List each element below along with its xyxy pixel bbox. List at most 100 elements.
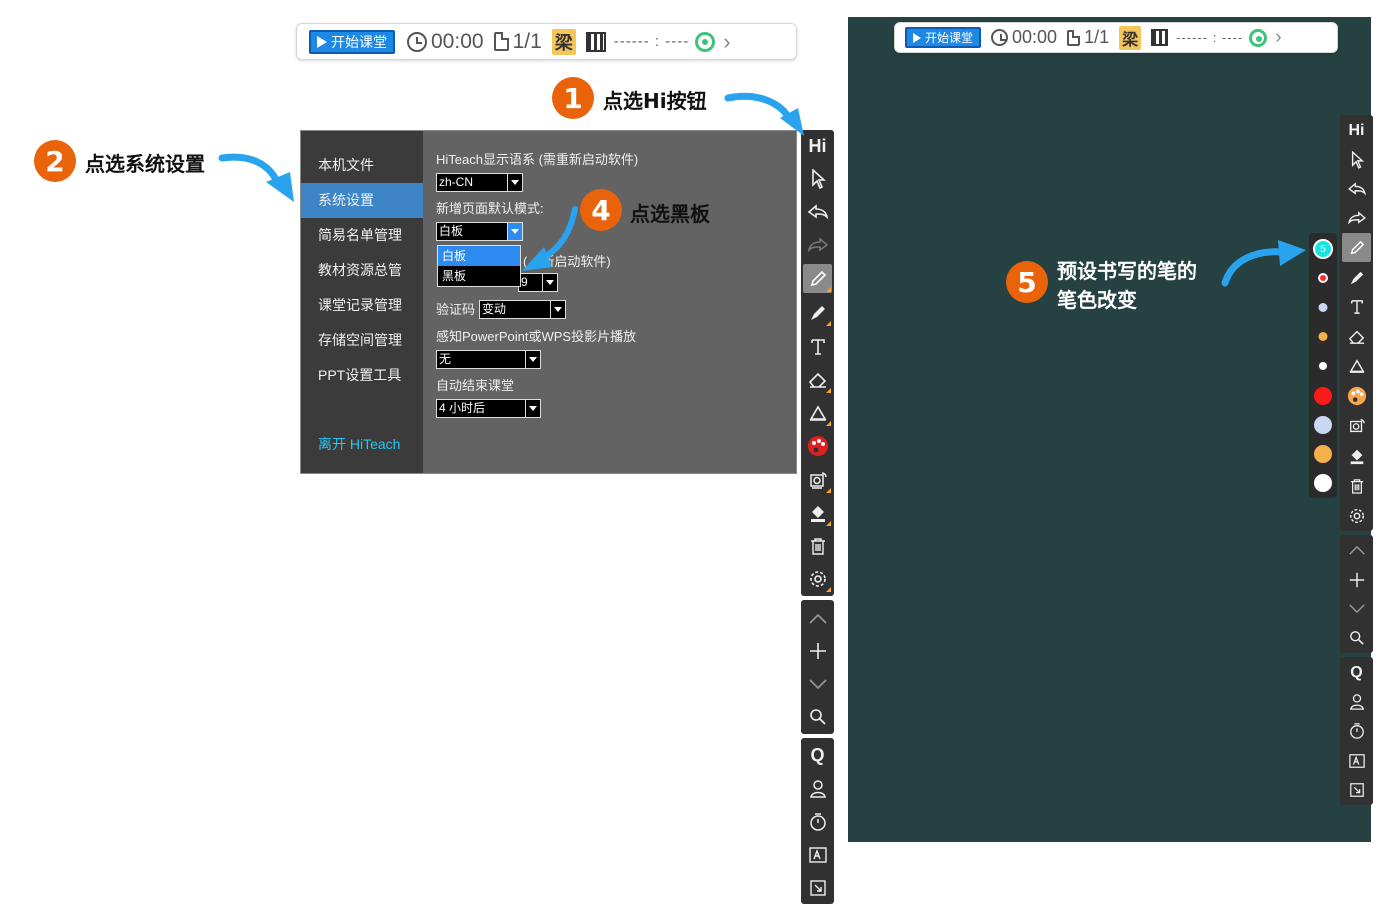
seat-name: 梁 bbox=[551, 28, 576, 55]
shape-fill-icon[interactable] bbox=[1342, 351, 1371, 380]
verify-select[interactable]: 变动 bbox=[479, 300, 567, 319]
page-icon bbox=[1067, 29, 1081, 46]
menu-item-storage[interactable]: 存储空间管理 bbox=[301, 323, 423, 358]
blackboard-area[interactable] bbox=[848, 17, 1371, 842]
menu-item-system-settings[interactable]: 系统设置 bbox=[301, 183, 423, 218]
classroom-topbar-right: 开始课堂 00:00 1/1 梁 ------ : ---- › bbox=[894, 22, 1338, 53]
quiz-q-button[interactable]: Q bbox=[1342, 658, 1371, 687]
start-class-label: 开始课堂 bbox=[331, 33, 387, 50]
add-page-icon[interactable] bbox=[803, 636, 832, 665]
color-swatch-lightblue-large[interactable] bbox=[1314, 416, 1332, 434]
add-page-icon[interactable] bbox=[1342, 565, 1371, 594]
text-frame-icon[interactable] bbox=[1342, 746, 1371, 775]
text-tool-icon[interactable] bbox=[1342, 292, 1371, 321]
menu-item-ppt-tools[interactable]: PPT设置工具 bbox=[301, 358, 423, 393]
option-blackboard[interactable]: 黑板 bbox=[438, 266, 520, 286]
expand-chevron-icon[interactable]: › bbox=[1275, 27, 1281, 49]
redo-icon[interactable] bbox=[803, 230, 832, 259]
eraser-icon[interactable] bbox=[803, 365, 832, 394]
zoom-icon[interactable] bbox=[803, 702, 832, 731]
pointer-icon[interactable] bbox=[803, 164, 832, 193]
minimize-icon[interactable] bbox=[1342, 775, 1371, 804]
text-frame-icon[interactable] bbox=[803, 840, 832, 869]
color-swatch-white-small[interactable] bbox=[1319, 362, 1327, 370]
clock-icon bbox=[991, 29, 1009, 46]
menu-item-local-files[interactable]: 本机文件 bbox=[301, 148, 423, 183]
timer-value: 00:00 bbox=[431, 29, 484, 53]
zoom-icon[interactable] bbox=[1342, 623, 1371, 652]
menu-item-class-records[interactable]: 课堂记录管理 bbox=[301, 288, 423, 323]
leave-hiteach-link[interactable]: 离开 HiTeach bbox=[318, 434, 400, 454]
hi-button[interactable]: Hi bbox=[803, 132, 832, 161]
color-swatch-red-large[interactable] bbox=[1314, 387, 1332, 405]
clock-icon bbox=[407, 31, 427, 52]
qr-code-icon[interactable] bbox=[1151, 29, 1169, 46]
ppt-detect-select[interactable]: 无 bbox=[436, 350, 541, 369]
settings-gear-icon[interactable] bbox=[803, 564, 832, 593]
timer-tool-icon[interactable] bbox=[1342, 716, 1371, 745]
camera-icon[interactable] bbox=[1342, 411, 1371, 440]
auto-end-select[interactable]: 4 小时后 bbox=[436, 399, 541, 418]
color-swatch-orange-large[interactable] bbox=[1314, 445, 1332, 463]
timer-tool-icon[interactable] bbox=[803, 807, 832, 836]
color-swatch-selected[interactable]: 5 bbox=[1313, 239, 1333, 259]
menu-item-resources[interactable]: 教材资源总管 bbox=[301, 253, 423, 288]
page-up-icon[interactable] bbox=[803, 604, 832, 633]
option-whiteboard[interactable]: 白板 bbox=[438, 246, 520, 266]
bucket-icon[interactable] bbox=[1342, 441, 1371, 470]
pointer-icon[interactable] bbox=[1342, 145, 1371, 174]
bucket-icon[interactable] bbox=[803, 498, 832, 527]
start-class-label: 开始课堂 bbox=[925, 31, 974, 45]
color-swatch-red-small[interactable] bbox=[1318, 273, 1328, 283]
left-toolbar-tools: Q bbox=[801, 738, 834, 904]
ppt-detect-value: 无 bbox=[439, 352, 452, 366]
signal-icon[interactable] bbox=[695, 31, 716, 52]
verify-label: 验证码 bbox=[436, 301, 476, 317]
pen-icon[interactable] bbox=[1342, 233, 1371, 262]
text-tool-icon[interactable] bbox=[803, 332, 832, 361]
color-swatch-orange-small[interactable] bbox=[1318, 332, 1328, 341]
student-icon[interactable] bbox=[803, 774, 832, 803]
page-counter[interactable]: 1/1 bbox=[1067, 27, 1109, 48]
highlighter-icon[interactable] bbox=[803, 298, 832, 327]
quiz-q-button[interactable]: Q bbox=[803, 741, 832, 770]
page-count: 1/1 bbox=[512, 29, 542, 53]
undo-icon[interactable] bbox=[1342, 174, 1371, 203]
hi-button[interactable]: Hi bbox=[1342, 116, 1371, 145]
seat-badge[interactable]: 梁 bbox=[1119, 25, 1142, 50]
minimize-icon[interactable] bbox=[803, 873, 832, 902]
page-counter[interactable]: 1/1 bbox=[493, 29, 542, 54]
student-icon[interactable] bbox=[1342, 687, 1371, 716]
start-class-button[interactable]: 开始课堂 bbox=[309, 29, 395, 54]
color-palette-icon[interactable] bbox=[1342, 381, 1371, 410]
color-palette-icon[interactable] bbox=[803, 431, 832, 460]
page-up-icon[interactable] bbox=[1342, 536, 1371, 565]
pen-icon[interactable] bbox=[803, 264, 832, 293]
page-down-icon[interactable] bbox=[1342, 594, 1371, 623]
trash-icon[interactable] bbox=[803, 531, 832, 560]
camera-icon[interactable] bbox=[803, 465, 832, 494]
menu-item-roster[interactable]: 简易名单管理 bbox=[301, 218, 423, 253]
undo-icon[interactable] bbox=[803, 197, 832, 226]
trash-icon[interactable] bbox=[1342, 471, 1371, 500]
signal-icon[interactable] bbox=[1249, 28, 1268, 47]
redo-icon[interactable] bbox=[1342, 203, 1371, 232]
color-swatch-white-large[interactable] bbox=[1314, 474, 1332, 492]
qr-code-icon[interactable] bbox=[585, 31, 606, 52]
start-class-button[interactable]: 开始课堂 bbox=[905, 27, 982, 48]
auto-end-value: 4 小时后 bbox=[439, 401, 486, 415]
seat-badge[interactable]: 梁 bbox=[551, 28, 576, 55]
shape-fill-icon[interactable] bbox=[803, 398, 832, 427]
dropdown-arrow-icon bbox=[525, 351, 540, 368]
eraser-icon[interactable] bbox=[1342, 322, 1371, 351]
dropdown-arrow-icon bbox=[507, 174, 522, 191]
page-down-icon[interactable] bbox=[803, 669, 832, 698]
default-mode-select[interactable]: 白板 bbox=[436, 222, 523, 241]
color-swatch-lightblue-small[interactable] bbox=[1318, 303, 1328, 312]
highlighter-icon[interactable] bbox=[1342, 263, 1371, 292]
partial-select[interactable]: 9 bbox=[518, 273, 558, 292]
language-select[interactable]: zh-CN bbox=[436, 173, 523, 192]
expand-chevron-icon[interactable]: › bbox=[723, 29, 730, 55]
arrow-to-hi-button-icon bbox=[724, 92, 804, 136]
settings-gear-icon[interactable] bbox=[1342, 501, 1371, 530]
